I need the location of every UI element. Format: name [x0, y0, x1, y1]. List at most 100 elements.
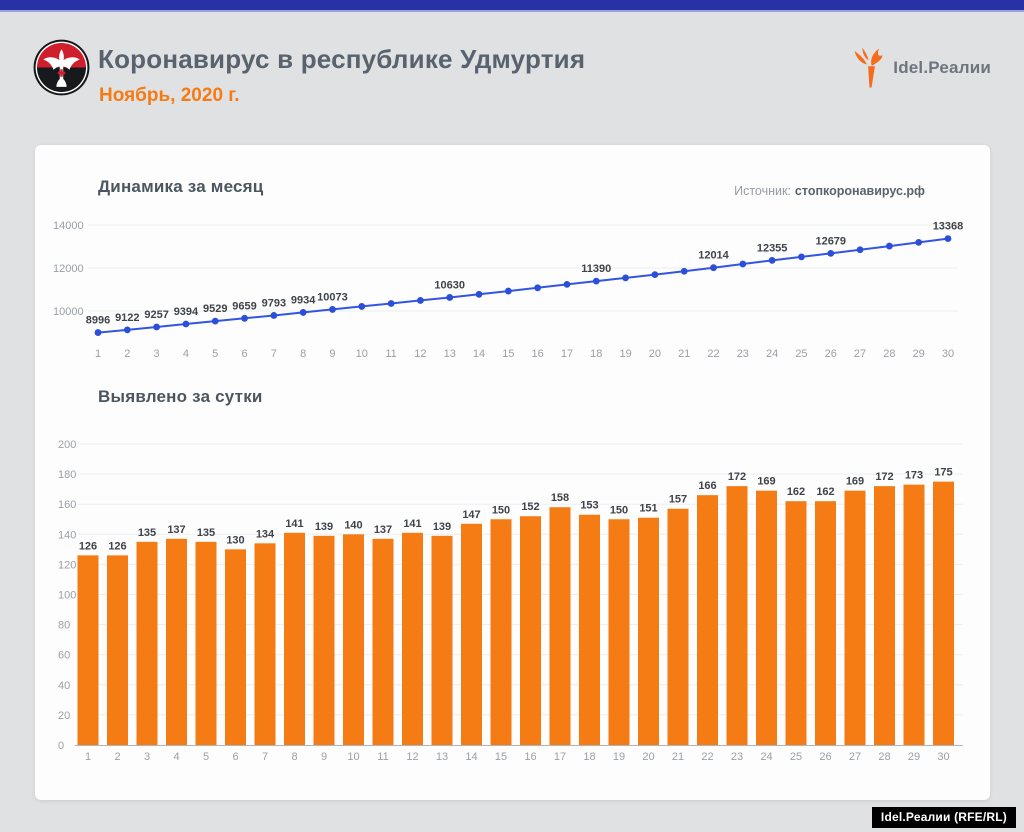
brand-logo: Idel.Реалии — [852, 45, 991, 91]
svg-text:19: 19 — [619, 348, 631, 360]
svg-text:7: 7 — [262, 751, 268, 763]
svg-text:9: 9 — [321, 751, 327, 763]
page-title: Коронавирус в республике Удмуртия — [98, 44, 585, 75]
svg-text:126: 126 — [108, 540, 126, 552]
svg-text:130: 130 — [226, 534, 244, 546]
svg-text:3: 3 — [144, 751, 150, 763]
svg-text:200: 200 — [58, 439, 76, 451]
svg-text:29: 29 — [913, 348, 925, 360]
svg-text:4: 4 — [173, 751, 179, 763]
svg-text:16: 16 — [524, 751, 536, 763]
svg-text:173: 173 — [905, 470, 923, 482]
source-name: стопкоронавирус.рф — [795, 184, 925, 198]
svg-text:20: 20 — [642, 751, 654, 763]
svg-text:21: 21 — [672, 751, 684, 763]
svg-text:14: 14 — [465, 751, 477, 763]
svg-text:135: 135 — [138, 527, 156, 539]
svg-text:150: 150 — [610, 504, 628, 516]
svg-text:80: 80 — [58, 620, 70, 632]
svg-text:157: 157 — [669, 494, 687, 506]
source-prefix: Источник: — [734, 184, 791, 198]
svg-text:20: 20 — [58, 710, 70, 722]
svg-text:20: 20 — [649, 348, 661, 360]
line-chart-title: Динамика за месяц — [98, 177, 263, 197]
svg-text:12355: 12355 — [757, 242, 788, 254]
svg-text:19: 19 — [613, 751, 625, 763]
svg-text:9529: 9529 — [203, 303, 227, 315]
svg-text:9659: 9659 — [232, 300, 256, 312]
bar-chart: 0204060801001201401601802001261261351371… — [35, 432, 990, 765]
svg-text:30: 30 — [942, 348, 954, 360]
svg-text:60: 60 — [58, 650, 70, 662]
svg-text:8: 8 — [291, 751, 297, 763]
svg-text:141: 141 — [403, 518, 421, 530]
svg-text:10: 10 — [347, 751, 359, 763]
svg-text:17: 17 — [561, 348, 573, 360]
svg-text:139: 139 — [433, 521, 451, 533]
svg-text:26: 26 — [819, 751, 831, 763]
svg-text:0: 0 — [58, 740, 64, 752]
svg-text:11: 11 — [385, 348, 396, 360]
svg-text:100: 100 — [58, 590, 76, 602]
svg-text:10073: 10073 — [317, 291, 348, 303]
svg-text:10000: 10000 — [53, 306, 84, 318]
svg-text:1: 1 — [95, 348, 101, 360]
svg-text:162: 162 — [816, 486, 834, 498]
svg-text:162: 162 — [787, 486, 805, 498]
source-label: Источник: стопкоронавирус.рф — [734, 184, 925, 198]
svg-text:172: 172 — [875, 471, 893, 483]
svg-text:9793: 9793 — [262, 297, 286, 309]
svg-text:141: 141 — [285, 518, 303, 530]
svg-text:14000: 14000 — [53, 220, 84, 232]
svg-text:17: 17 — [554, 751, 566, 763]
svg-text:25: 25 — [795, 348, 807, 360]
svg-text:15: 15 — [495, 751, 507, 763]
svg-text:175: 175 — [934, 467, 952, 479]
svg-text:12000: 12000 — [53, 263, 84, 275]
svg-text:9394: 9394 — [174, 306, 199, 318]
svg-text:126: 126 — [79, 540, 97, 552]
svg-text:28: 28 — [878, 751, 890, 763]
svg-text:8996: 8996 — [86, 315, 110, 327]
svg-text:152: 152 — [521, 501, 539, 513]
svg-text:12: 12 — [406, 751, 418, 763]
svg-text:13: 13 — [444, 348, 456, 360]
svg-text:9: 9 — [329, 348, 335, 360]
svg-text:15: 15 — [502, 348, 514, 360]
svg-text:11: 11 — [377, 751, 388, 763]
svg-text:4: 4 — [183, 348, 189, 360]
svg-text:12: 12 — [414, 348, 426, 360]
svg-text:5: 5 — [212, 348, 218, 360]
footer-credit-badge: Idel.Реалии (RFE/RL) — [872, 807, 1016, 828]
svg-text:180: 180 — [58, 469, 76, 481]
svg-text:13: 13 — [436, 751, 448, 763]
svg-text:1: 1 — [85, 751, 91, 763]
page-subtitle: Ноябрь, 2020 г. — [99, 85, 240, 107]
svg-text:25: 25 — [790, 751, 802, 763]
svg-text:140: 140 — [344, 519, 362, 531]
svg-text:10: 10 — [356, 348, 368, 360]
svg-text:12014: 12014 — [698, 250, 729, 262]
svg-text:10630: 10630 — [434, 279, 465, 291]
svg-text:12679: 12679 — [815, 235, 846, 247]
svg-text:153: 153 — [580, 500, 598, 512]
svg-text:13368: 13368 — [933, 221, 964, 233]
svg-text:8: 8 — [300, 348, 306, 360]
line-chart: 1000012000140008996912292579394952996599… — [35, 200, 990, 365]
svg-text:6: 6 — [232, 751, 238, 763]
svg-text:160: 160 — [58, 499, 76, 511]
svg-text:137: 137 — [374, 524, 392, 536]
brand-name: Idel.Реалии — [893, 58, 991, 78]
svg-text:7: 7 — [271, 348, 277, 360]
svg-text:169: 169 — [757, 476, 775, 488]
svg-text:5: 5 — [203, 751, 209, 763]
svg-text:28: 28 — [883, 348, 895, 360]
svg-text:18: 18 — [590, 348, 602, 360]
svg-text:21: 21 — [678, 348, 690, 360]
svg-text:24: 24 — [766, 348, 778, 360]
svg-text:16: 16 — [532, 348, 544, 360]
svg-text:158: 158 — [551, 492, 569, 504]
svg-text:9934: 9934 — [291, 294, 316, 306]
svg-text:9122: 9122 — [115, 312, 139, 324]
svg-text:150: 150 — [492, 504, 510, 516]
